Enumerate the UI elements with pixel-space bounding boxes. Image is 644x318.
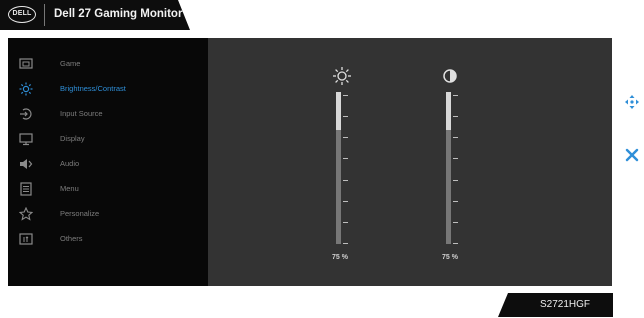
menu-item-label: Personalize: [60, 209, 100, 218]
brightness-ticks: [343, 92, 349, 244]
menu-item-label: Game: [60, 59, 81, 68]
slider-tick: [343, 95, 348, 96]
menu-item-input-source[interactable]: Input Source: [8, 102, 206, 126]
joystick-icon[interactable]: [624, 94, 640, 110]
menu-item-label: Audio: [60, 159, 80, 168]
game-icon: [19, 58, 33, 69]
menu-item-game[interactable]: Game: [8, 52, 206, 76]
slider-tick: [343, 243, 348, 244]
slider-tick: [343, 116, 348, 118]
model-badge: S2721HGF: [498, 293, 613, 317]
slider-tick: [453, 137, 458, 139]
menu-item-menu[interactable]: Menu: [8, 177, 206, 201]
slider-tick: [453, 179, 458, 181]
contrast-value: 75 %: [442, 254, 458, 261]
contrast-ticks: [453, 92, 459, 244]
menu-item-label: Brightness/Contrast: [60, 84, 126, 93]
menu-item-label: Display: [60, 134, 85, 143]
menu-item-audio[interactable]: Audio: [8, 152, 206, 176]
model-name: S2721HGF: [540, 299, 591, 310]
contrast-icon: [443, 69, 457, 83]
contrast-track[interactable]: [446, 92, 451, 244]
menu-item-personalize[interactable]: Personalize: [8, 202, 206, 226]
audio-icon: [20, 159, 33, 169]
brightness-contrast-panel: 75 % 75 %: [208, 38, 612, 286]
menu-item-display[interactable]: Display: [8, 127, 206, 151]
slider-tick: [453, 221, 458, 223]
brightness-fill: [336, 92, 341, 130]
slider-tick: [343, 158, 348, 160]
monitor-title: Dell 27 Gaming Monitor: [54, 8, 183, 20]
personalize-icon: [19, 207, 33, 221]
menu-item-brightness-contrast[interactable]: Brightness/Contrast: [8, 77, 206, 101]
menu-item-label: Input Source: [60, 109, 103, 118]
menu-icon: [20, 182, 32, 196]
close-icon[interactable]: [624, 147, 640, 163]
slider-tick: [343, 179, 348, 181]
osd-menu-sidebar: Game Brightness/Contrast Input Source Di…: [8, 38, 206, 286]
slider-tick: [343, 137, 348, 139]
dell-logo: DELL: [8, 6, 36, 23]
contrast-fill: [446, 92, 451, 130]
slider-tick: [453, 116, 458, 118]
menu-item-label: Others: [60, 234, 83, 243]
osd-panel: Game Brightness/Contrast Input Source Di…: [8, 38, 612, 286]
brightness-icon: [19, 82, 33, 96]
osd-header: DELL Dell 27 Gaming Monitor: [0, 0, 190, 30]
slider-tick: [343, 200, 348, 202]
contrast-slider[interactable]: 75 %: [440, 64, 480, 274]
header-divider: [44, 4, 45, 26]
slider-tick: [453, 95, 458, 96]
display-icon: [19, 133, 33, 146]
brightness-track[interactable]: [336, 92, 341, 244]
brightness-slider[interactable]: 75 %: [330, 64, 370, 274]
brightness-value: 75 %: [332, 254, 348, 261]
slider-tick: [453, 200, 458, 202]
slider-tick: [343, 221, 348, 223]
input-source-icon: [20, 108, 32, 120]
sun-icon: [333, 67, 351, 85]
menu-item-others[interactable]: Others: [8, 227, 206, 251]
slider-tick: [453, 243, 458, 244]
others-icon: [19, 233, 33, 245]
slider-tick: [453, 158, 458, 160]
menu-item-label: Menu: [60, 184, 79, 193]
